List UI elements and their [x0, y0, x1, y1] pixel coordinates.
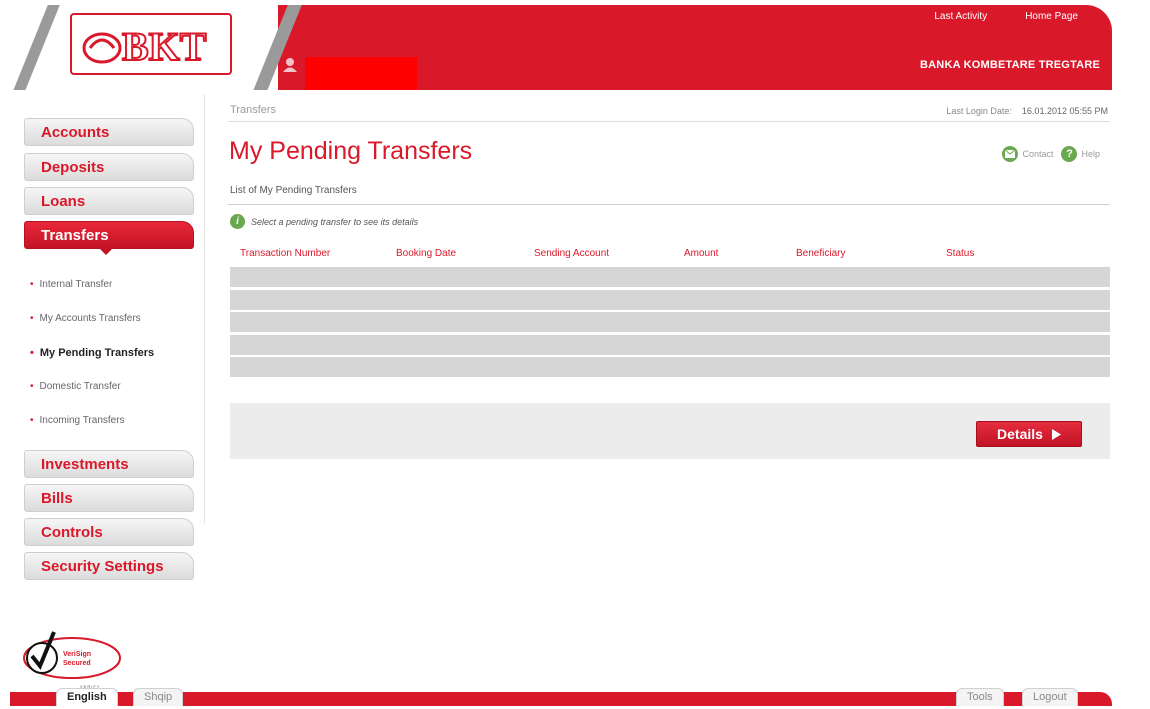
play-arrow-icon — [1051, 428, 1061, 440]
sidebar-divider — [204, 94, 205, 524]
bkt-logo[interactable]: BKT — [70, 13, 232, 75]
tools-tab[interactable]: Tools — [956, 688, 1004, 706]
home-page-link[interactable]: Home Page — [1025, 11, 1078, 22]
logo-text: BKT — [122, 24, 207, 69]
help-link[interactable]: Help — [1081, 149, 1100, 159]
table-row[interactable] — [230, 312, 1110, 332]
sidebar-item-controls[interactable]: Controls — [24, 518, 194, 546]
table-row[interactable] — [230, 267, 1110, 287]
subnav-internal-transfer[interactable]: Internal Transfer — [30, 279, 113, 290]
contact-link[interactable]: Contact — [1022, 149, 1053, 159]
info-icon: i — [230, 214, 245, 229]
verisign-label: VeriSign — [63, 651, 91, 658]
subnav-my-pending-transfers[interactable]: My Pending Transfers — [30, 347, 154, 359]
sidebar-item-accounts[interactable]: Accounts — [24, 118, 194, 146]
language-shqip-tab[interactable]: Shqip — [133, 688, 184, 706]
last-activity-link[interactable]: Last Activity — [934, 11, 987, 22]
column-booking-date[interactable]: Booking Date — [396, 248, 456, 259]
hint-text: Select a pending transfer to see its det… — [251, 216, 419, 227]
hint-message: i Select a pending transfer to see its d… — [230, 214, 418, 229]
subnav-my-accounts-transfers[interactable]: My Accounts Transfers — [30, 313, 141, 324]
sidebar-item-bills[interactable]: Bills — [24, 484, 194, 512]
sidebar-item-loans[interactable]: Loans — [24, 187, 194, 215]
verisign-secured-label: Secured — [63, 660, 91, 667]
contact-help-links: Contact ? Help — [1002, 146, 1104, 162]
last-login-info: Last Login Date: 16.01.2012 05:55 PM — [946, 106, 1108, 116]
contact-icon[interactable] — [1002, 146, 1019, 162]
top-links: Last Activity Home Page — [934, 11, 1078, 22]
verisign-checkmark-icon: VeriSign Secured — [23, 631, 121, 679]
column-amount[interactable]: Amount — [684, 248, 718, 259]
page-title: My Pending Transfers — [229, 137, 473, 165]
sidebar-item-deposits[interactable]: Deposits — [24, 153, 194, 181]
language-english-tab[interactable]: English — [56, 688, 118, 706]
subnav-domestic-transfer[interactable]: Domestic Transfer — [30, 381, 121, 392]
table-row[interactable] — [230, 357, 1110, 377]
user-name-redacted — [305, 57, 417, 90]
header-bar: BKT Last Activity Home Page BANKA KOMBET… — [10, 5, 1112, 90]
table-row[interactable] — [230, 290, 1110, 310]
list-title: List of My Pending Transfers — [230, 185, 357, 196]
sidebar-item-security-settings[interactable]: Security Settings — [24, 552, 194, 580]
action-bar: Details — [230, 403, 1110, 459]
logout-tab[interactable]: Logout — [1022, 688, 1078, 706]
table-row[interactable] — [230, 335, 1110, 355]
list-title-divider — [228, 204, 1110, 205]
help-icon[interactable]: ? — [1061, 146, 1078, 162]
breadcrumb: Transfers — [230, 104, 277, 116]
breadcrumb-divider — [228, 121, 1110, 122]
last-login-label: Last Login Date: — [946, 106, 1012, 116]
details-button[interactable]: Details — [976, 421, 1082, 447]
sidebar-item-transfers[interactable]: Transfers — [24, 221, 194, 255]
table-header: Transaction Number Booking Date Sending … — [230, 248, 1110, 264]
user-icon — [282, 57, 298, 78]
verisign-badge[interactable]: VeriSign Secured — [20, 626, 124, 687]
bank-name: BANKA KOMBETARE TREGTARE — [920, 59, 1100, 71]
bkt-logo-mark: BKT — [82, 23, 208, 70]
subnav-incoming-transfers[interactable]: Incoming Transfers — [30, 415, 125, 426]
column-sending-account[interactable]: Sending Account — [534, 248, 609, 259]
column-beneficiary[interactable]: Beneficiary — [796, 248, 845, 259]
details-button-label: Details — [997, 426, 1043, 442]
sidebar-item-investments[interactable]: Investments — [24, 450, 194, 478]
column-status[interactable]: Status — [946, 248, 974, 259]
column-transaction-number[interactable]: Transaction Number — [240, 248, 330, 259]
last-login-value: 16.01.2012 05:55 PM — [1021, 106, 1108, 116]
